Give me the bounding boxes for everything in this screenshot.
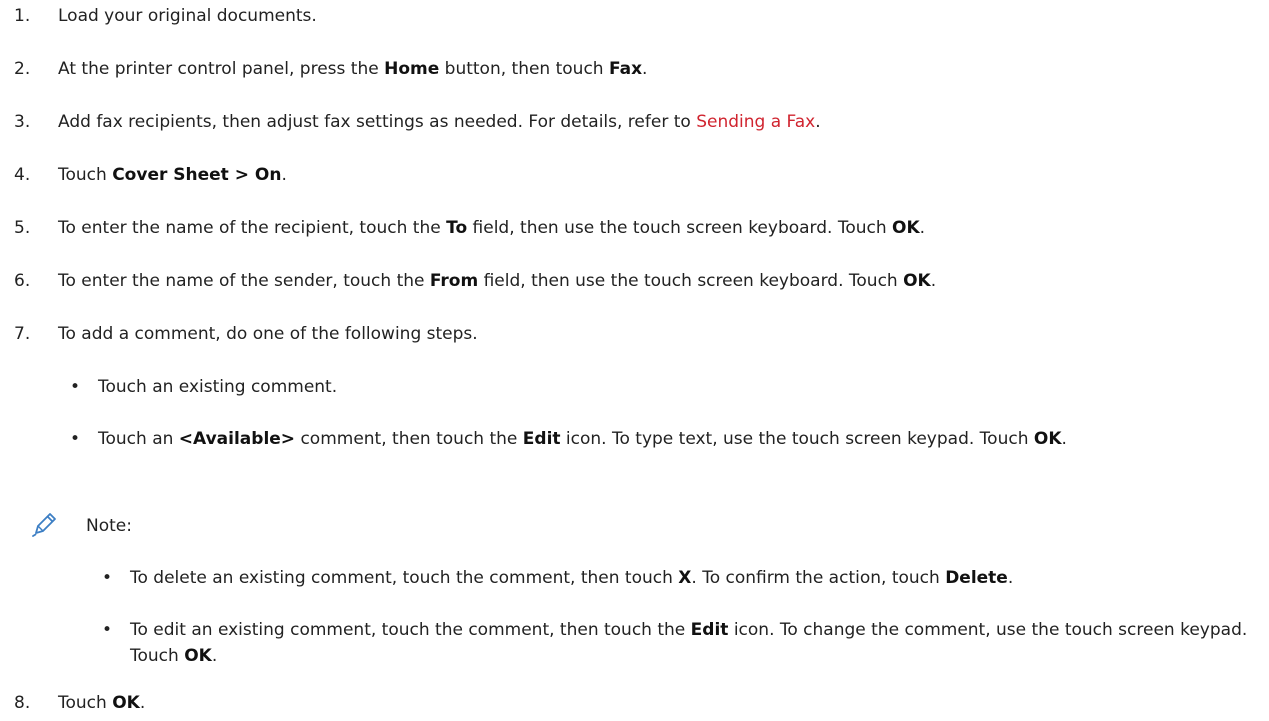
step-2: 2. At the printer control panel, press t… [14, 56, 1261, 82]
comment-option-item: • Touch an existing comment. [70, 374, 1261, 400]
step-4: 4. Touch Cover Sheet > On. [14, 162, 1261, 188]
sending-a-fax-link[interactable]: Sending a Fax [696, 112, 815, 132]
bullet-text: To edit an existing comment, touch the c… [130, 620, 1248, 666]
from-field-term: From [429, 271, 479, 291]
step-number: 1. [14, 6, 31, 26]
bullet-icon: • [70, 377, 81, 397]
note-label: Note: [86, 516, 132, 536]
bullet-text: To delete an existing comment, touch the… [130, 568, 1014, 588]
note-item: • To delete an existing comment, touch t… [102, 565, 1261, 591]
bullet-text: Touch an existing comment. [98, 377, 338, 397]
step-text: Load your original documents. [58, 6, 317, 26]
step-number: 5. [14, 218, 31, 238]
step-number: 7. [14, 324, 31, 344]
x-term: X [678, 568, 692, 588]
step-5: 5. To enter the name of the recipient, t… [14, 215, 1261, 241]
ok-term: OK [1033, 429, 1062, 449]
edit-term: Edit [690, 620, 729, 640]
step-number: 3. [14, 112, 31, 132]
cover-sheet-term: Cover Sheet > On [112, 165, 282, 185]
step-text: Add fax recipients, then adjust fax sett… [58, 112, 821, 132]
ok-term: OK [184, 646, 212, 666]
delete-term: Delete [945, 568, 1008, 588]
step-number: 4. [14, 165, 31, 185]
ok-term: OK [112, 693, 140, 713]
step-text: Touch Cover Sheet > On. [58, 165, 287, 185]
step-text: Touch OK. [58, 693, 146, 713]
bullet-text: Touch an <Available> comment, then touch… [98, 429, 1067, 449]
edit-term: Edit [522, 429, 561, 449]
bullet-icon: • [102, 568, 113, 588]
available-term: <Available> [178, 429, 296, 449]
bullet-icon: • [70, 429, 81, 449]
step-number: 8. [14, 693, 31, 713]
bullet-icon: • [102, 620, 113, 640]
step-1: 1. Load your original documents. [14, 3, 1261, 29]
note-item: • To edit an existing comment, touch the… [102, 617, 1261, 669]
step-text: At the printer control panel, press the … [58, 59, 648, 79]
pencil-icon [30, 509, 60, 539]
step-text: To add a comment, do one of the followin… [58, 324, 478, 344]
ok-term: OK [903, 271, 931, 291]
fax-term: Fax [608, 59, 643, 79]
step-6: 6. To enter the name of the sender, touc… [14, 268, 1261, 294]
ok-term: OK [892, 218, 920, 238]
step-text: To enter the name of the recipient, touc… [58, 218, 926, 238]
step-text: To enter the name of the sender, touch t… [58, 271, 937, 291]
comment-option-item: • Touch an <Available> comment, then tou… [70, 426, 1261, 452]
to-field-term: To [446, 218, 468, 238]
step-number: 6. [14, 271, 31, 291]
step-8: 8. Touch OK. [14, 690, 1261, 716]
home-button-term: Home [384, 59, 440, 79]
step-3: 3. Add fax recipients, then adjust fax s… [14, 109, 1261, 135]
step-number: 2. [14, 59, 31, 79]
step-7: 7. To add a comment, do one of the follo… [14, 321, 1261, 347]
note-block: Note: [30, 513, 132, 539]
